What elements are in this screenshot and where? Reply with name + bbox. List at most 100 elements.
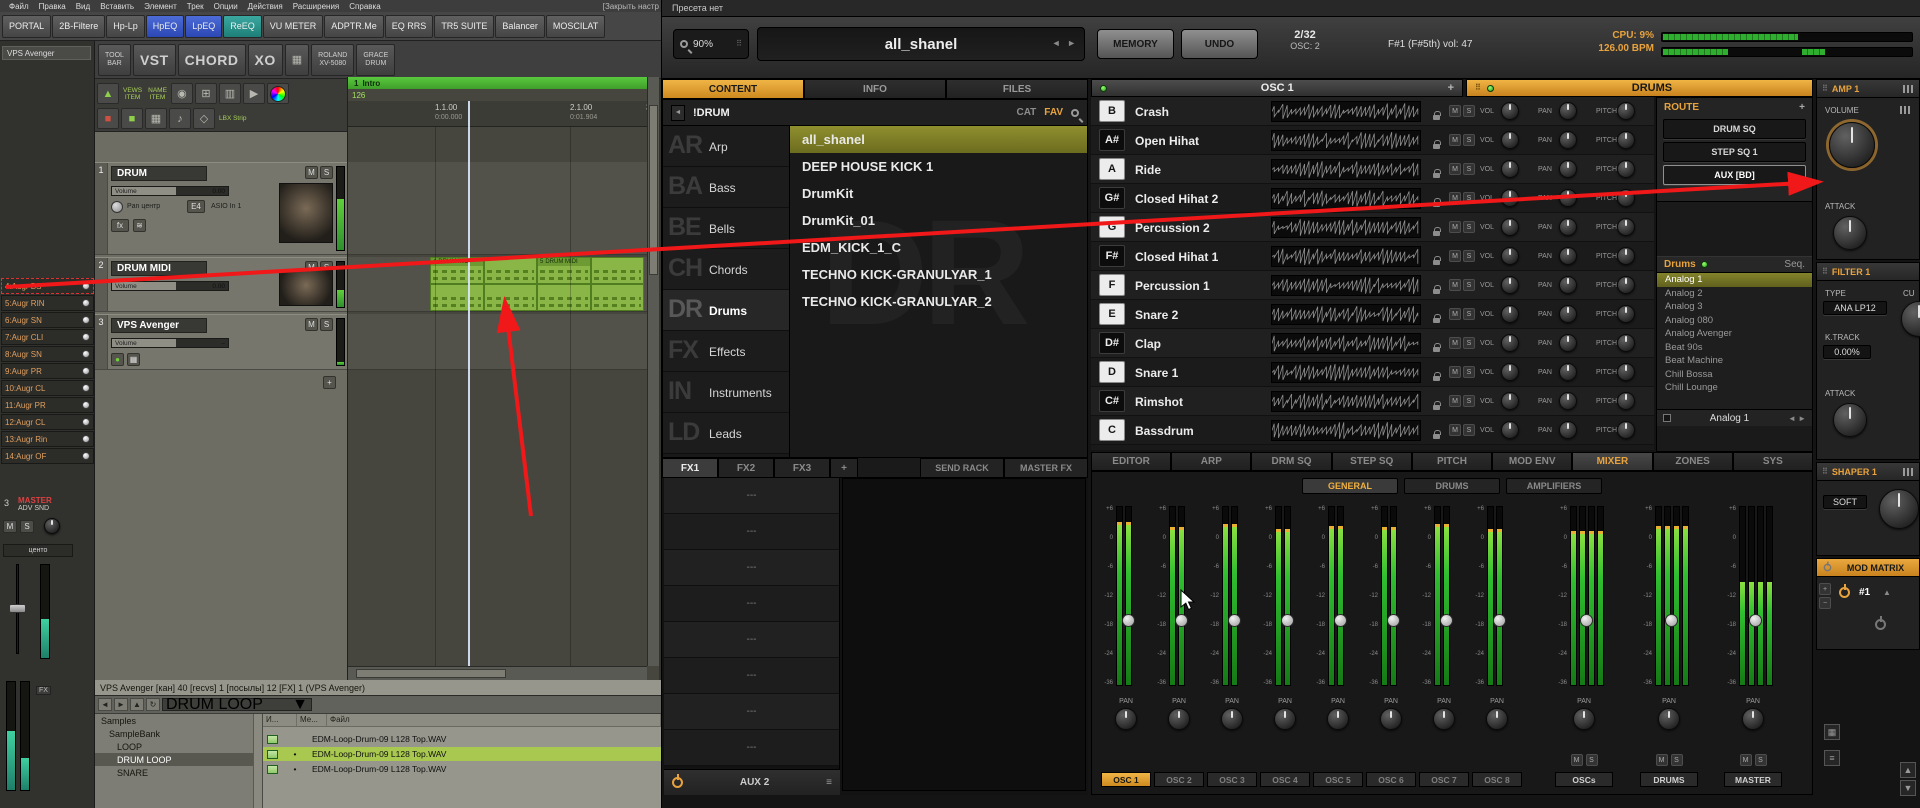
pitch-knob[interactable]: [1617, 334, 1635, 352]
pitch-knob[interactable]: [1617, 276, 1635, 294]
channel-pan-knob[interactable]: [1115, 708, 1137, 730]
pitch-knob[interactable]: [1617, 189, 1635, 207]
pan-knob[interactable]: [1559, 421, 1577, 439]
param-chip-11:Augr PR[interactable]: 11:Augr PR: [1, 397, 94, 413]
track-name[interactable]: DRUM MIDI: [111, 261, 207, 276]
undo-button[interactable]: UNDO: [1181, 29, 1258, 59]
kit-checkbox[interactable]: [1663, 414, 1671, 422]
back-icon[interactable]: ◄: [98, 698, 112, 711]
channel-label[interactable]: OSC 4: [1260, 772, 1310, 787]
pitch-knob[interactable]: [1617, 363, 1635, 381]
row-solo-button[interactable]: S: [1463, 163, 1475, 175]
tab-CONTENT[interactable]: CONTENT: [662, 79, 804, 99]
row-mute-button[interactable]: M: [1449, 337, 1461, 349]
toolbar-button-ROLAND-XV-5080[interactable]: ROLAND XV-5080: [311, 43, 355, 76]
vol-knob[interactable]: [1501, 305, 1519, 323]
kit-item-Beat Machine[interactable]: Beat Machine: [1657, 354, 1812, 368]
play-icon[interactable]: ▶: [242, 83, 265, 104]
route-item-STEP SQ 1[interactable]: STEP SQ 1: [1663, 142, 1806, 162]
memory-button[interactable]: MEMORY: [1097, 29, 1174, 59]
param-chip-8:Augr SN[interactable]: 8:Augr SN: [1, 346, 94, 362]
aux-label[interactable]: AUX 2: [689, 777, 820, 788]
kit-item-Analog Avenger[interactable]: Analog Avenger: [1657, 327, 1812, 341]
row-solo-button[interactable]: S: [1463, 279, 1475, 291]
channel-label[interactable]: OSC 1: [1101, 772, 1151, 787]
lock-icon[interactable]: [1433, 397, 1441, 415]
fx-slot[interactable]: ---: [664, 586, 839, 622]
list-icon[interactable]: ≡: [1824, 750, 1840, 766]
channel-label[interactable]: OSC 8: [1472, 772, 1522, 787]
channel-label[interactable]: DRUMS: [1640, 772, 1698, 787]
group-mute-button[interactable]: M: [1570, 754, 1583, 766]
row-mute-button[interactable]: M: [1449, 424, 1461, 436]
channel-pan-knob[interactable]: [1658, 708, 1680, 730]
pitch-knob[interactable]: [1617, 421, 1635, 439]
power-icon[interactable]: [1823, 561, 1832, 572]
toolbar-button-MOSCILAT[interactable]: MOSCILAT: [545, 14, 606, 38]
vol-knob[interactable]: [1501, 363, 1519, 381]
category-Chords[interactable]: CH Chords: [663, 249, 789, 290]
fader-handle[interactable]: [1580, 614, 1593, 627]
pitch-knob[interactable]: [1617, 305, 1635, 323]
channel-label[interactable]: OSC 5: [1313, 772, 1363, 787]
drum-row-Clap[interactable]: D# Clap M S VOL PAN PITCH: [1091, 329, 1654, 358]
tree-item-Samples[interactable]: Samples: [95, 714, 262, 727]
pan-knob[interactable]: [111, 201, 123, 213]
vol-knob[interactable]: [1501, 392, 1519, 410]
menu-Вставить[interactable]: Вставить: [95, 2, 139, 11]
pitch-knob[interactable]: [1617, 247, 1635, 265]
track-name[interactable]: VPS Avenger: [111, 318, 207, 333]
pitch-knob[interactable]: [1617, 218, 1635, 236]
timeline-ruler[interactable]: 1.1.002.1.003.0:00.0000:01.904: [348, 101, 653, 127]
channel-label[interactable]: OSC 2: [1154, 772, 1204, 787]
fader-handle[interactable]: [1175, 614, 1188, 627]
lock-icon[interactable]: [1433, 426, 1441, 444]
midi-item[interactable]: [590, 257, 644, 284]
add-route-icon[interactable]: +: [1799, 102, 1805, 113]
channel-label[interactable]: OSCs: [1555, 772, 1613, 787]
channel-pan-knob[interactable]: [1486, 708, 1508, 730]
osc-panel-header[interactable]: OSC 1 +: [1091, 79, 1463, 97]
param-chip-14:Augr OF[interactable]: 14:Augr OF: [1, 448, 94, 464]
fader-handle[interactable]: [1493, 614, 1506, 627]
row-mute-button[interactable]: M: [1449, 250, 1461, 262]
scroll-down-icon[interactable]: ▼: [1900, 780, 1916, 796]
row-mute-button[interactable]: M: [1449, 395, 1461, 407]
power-icon[interactable]: [672, 774, 683, 788]
param-chip-4:Augr BS[interactable]: 4:Augr BS: [1, 278, 94, 294]
menu-Трек[interactable]: Трек: [182, 2, 209, 11]
tree-item-LOOP[interactable]: LOOP: [95, 740, 262, 753]
vol-knob[interactable]: [1501, 131, 1519, 149]
category-Bells[interactable]: BE Bells: [663, 208, 789, 249]
lock-icon[interactable]: [1433, 310, 1441, 328]
cat-toggle[interactable]: CAT: [1016, 107, 1036, 118]
track-solo-button[interactable]: S: [320, 166, 333, 179]
shaper-knob[interactable]: [1879, 489, 1919, 529]
column-header-Ме...[interactable]: Ме...: [297, 714, 327, 726]
channel-label[interactable]: OSC 3: [1207, 772, 1257, 787]
category-Leads[interactable]: LD Leads: [663, 413, 789, 454]
shaper-mode-value[interactable]: SOFT: [1823, 495, 1867, 509]
drum-row-Bassdrum[interactable]: C Bassdrum M S VOL PAN PITCH: [1091, 416, 1654, 445]
menu-Действия[interactable]: Действия: [243, 2, 288, 11]
drums-panel-header[interactable]: ⠿ DRUMS: [1466, 79, 1813, 97]
fx-tab-FX3[interactable]: FX3: [774, 458, 830, 478]
fx-slot[interactable]: ---: [664, 514, 839, 550]
pattern-icon[interactable]: ▦: [145, 108, 167, 129]
pan-knob[interactable]: [1559, 276, 1577, 294]
lock-icon[interactable]: [1433, 368, 1441, 386]
track-mute-button[interactable]: M: [305, 318, 318, 331]
menu-Справка[interactable]: Справка: [344, 2, 385, 11]
vol-knob[interactable]: [1501, 421, 1519, 439]
pan-knob[interactable]: [1559, 363, 1577, 381]
lock-icon[interactable]: [1433, 136, 1441, 154]
category-Instruments[interactable]: IN Instruments: [663, 372, 789, 413]
channel-pan-knob[interactable]: [1433, 708, 1455, 730]
env2-button[interactable]: ≋: [133, 219, 146, 232]
marker-icon[interactable]: ◇: [193, 108, 215, 129]
lock-icon[interactable]: [1433, 281, 1441, 299]
pan-knob[interactable]: [1559, 305, 1577, 323]
env-button[interactable]: E4: [187, 200, 205, 213]
slot-power-icon[interactable]: [1875, 616, 1886, 630]
toolbar-button-Balancer[interactable]: Balancer: [495, 14, 545, 38]
